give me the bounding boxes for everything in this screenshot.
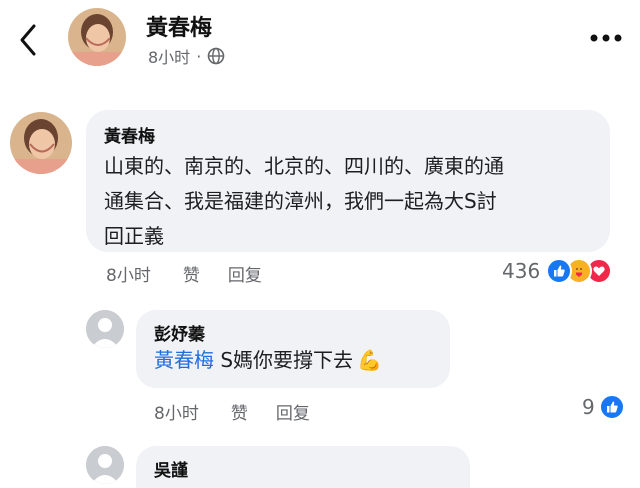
comment-text: 山東的、南京的、北京的、四川的、廣東的通 通集合、我是福建的漳州，我們一起為大S… (104, 149, 592, 254)
reply-bubble: 吳謹 (136, 446, 470, 488)
globe-icon (207, 47, 225, 65)
reply-author[interactable]: 彭妤蓁 (154, 320, 432, 345)
header-time: 8小时 (148, 48, 191, 67)
default-user-icon (86, 446, 124, 484)
comment-text-line: 山東的、南京的、北京的、四川的、廣東的通 (104, 154, 504, 178)
header-meta: 8小时 · (148, 44, 225, 68)
comment-author[interactable]: 黃春梅 (104, 122, 592, 147)
reaction-count: 436 (502, 259, 541, 283)
comment-time: 8小时 (106, 266, 151, 286)
reaction-count: 9 (582, 395, 595, 419)
reply-avatar[interactable] (86, 446, 124, 484)
meta-separator: · (196, 46, 202, 66)
post-header: 黃春梅 8小时 · (0, 0, 640, 82)
comment-actions: 8小时 赞 回复 (106, 261, 262, 286)
reply-bubble: 彭妤蓁 黃春梅 S媽你要撐下去 💪 (136, 310, 450, 388)
chevron-left-icon (20, 24, 36, 56)
comment-text-line: 回正義 (104, 224, 164, 248)
default-user-icon (86, 310, 124, 348)
header-avatar[interactable] (68, 8, 126, 66)
more-options-button[interactable] (586, 26, 626, 50)
reply-author[interactable]: 吳謹 (154, 456, 452, 481)
reply-text: 黃春梅 S媽你要撐下去 💪 (154, 345, 432, 375)
reply-button[interactable]: 回复 (276, 399, 310, 424)
reply-text-body: S媽你要撐下去 (214, 348, 354, 372)
like-icon (546, 258, 573, 284)
reply-actions: 8小时 赞 回复 (154, 399, 310, 424)
comment-bubble: 黃春梅 山東的、南京的、北京的、四川的、廣東的通 通集合、我是福建的漳州，我們一… (86, 110, 610, 252)
reply-time: 8小时 (154, 404, 199, 424)
more-dots-icon (590, 34, 622, 42)
mention-link[interactable]: 黃春梅 (154, 348, 214, 372)
comment-text-line: 通集合、我是福建的漳州，我們一起為大S討 (104, 189, 497, 213)
reaction-summary[interactable]: 9 (582, 394, 625, 420)
like-button[interactable]: 赞 (183, 261, 200, 286)
comment-avatar[interactable] (10, 112, 72, 174)
header-author-name[interactable]: 黃春梅 (146, 10, 212, 42)
reply-button[interactable]: 回复 (228, 261, 262, 286)
flexed-biceps-icon: 💪 (357, 348, 382, 372)
reply-avatar[interactable] (86, 310, 124, 348)
back-button[interactable] (14, 22, 44, 58)
like-button[interactable]: 赞 (231, 399, 248, 424)
like-icon (598, 394, 625, 420)
reaction-summary[interactable]: 436 (502, 258, 613, 284)
